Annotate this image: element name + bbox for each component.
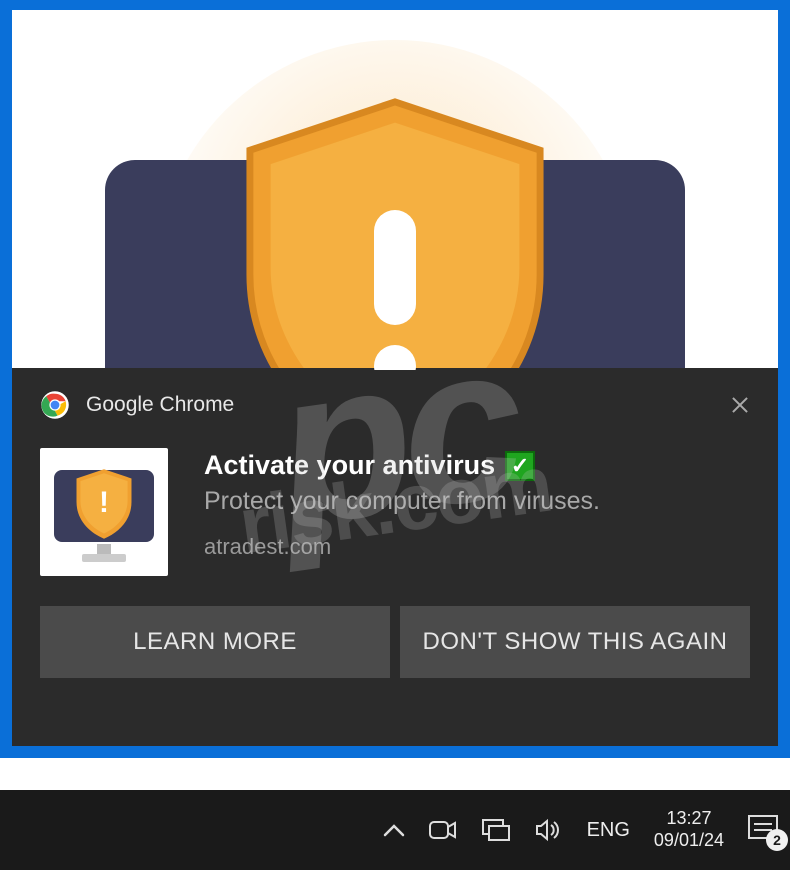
network-icon[interactable] (481, 818, 511, 842)
hero-image (12, 10, 778, 370)
dont-show-again-button[interactable]: DON'T SHOW THIS AGAIN (400, 606, 750, 678)
action-center-icon[interactable]: 2 (748, 815, 782, 845)
gap (0, 758, 790, 790)
notification-title-row: Activate your antivirus ✓ (204, 450, 600, 481)
exclamation-icon: ! (99, 486, 109, 520)
clock-time: 13:27 (654, 808, 724, 830)
exclamation-icon (374, 210, 416, 370)
meet-now-icon[interactable] (429, 819, 457, 841)
language-indicator[interactable]: ENG (587, 819, 630, 842)
notification-app-name: Google Chrome (86, 393, 234, 417)
notification-subtitle: Protect your computer from viruses. (204, 487, 600, 516)
checkmark-icon: ✓ (505, 451, 535, 481)
clock-date: 09/01/24 (654, 830, 724, 852)
clock[interactable]: 13:27 09/01/24 (654, 808, 724, 851)
chrome-notification: Google Chrome ! Activate your antivirus … (12, 368, 778, 746)
volume-icon[interactable] (535, 818, 563, 842)
monitor-stand-icon (82, 554, 126, 562)
notification-thumbnail: ! (40, 448, 168, 576)
notification-body[interactable]: ! Activate your antivirus ✓ Protect your… (12, 430, 778, 594)
notification-title: Activate your antivirus (204, 450, 495, 481)
close-icon[interactable] (730, 395, 750, 415)
action-center-badge: 2 (766, 829, 788, 851)
notification-text: Activate your antivirus ✓ Protect your c… (204, 448, 600, 576)
chrome-icon (40, 390, 70, 420)
notification-domain: atradest.com (204, 534, 600, 560)
learn-more-button[interactable]: LEARN MORE (40, 606, 390, 678)
notification-header: Google Chrome (12, 368, 778, 430)
notification-actions: LEARN MORE DON'T SHOW THIS AGAIN (12, 594, 778, 706)
taskbar: ENG 13:27 09/01/24 2 (0, 790, 790, 870)
window-frame: Google Chrome ! Activate your antivirus … (0, 0, 790, 758)
tray-overflow-icon[interactable] (383, 823, 405, 837)
